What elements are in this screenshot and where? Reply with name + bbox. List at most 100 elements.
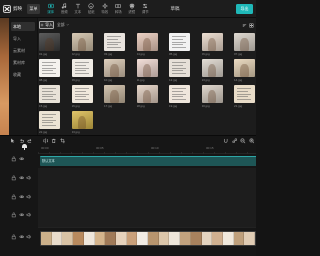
magnet-icon[interactable] <box>223 138 229 144</box>
eye-icon[interactable] <box>18 212 25 218</box>
media-item-name: 07.jpg <box>234 51 243 56</box>
media-thumbnail[interactable] <box>234 33 255 51</box>
media-thumbnail[interactable] <box>201 33 223 51</box>
eye-icon[interactable] <box>18 194 25 200</box>
sidebar-item-2[interactable]: 导入 <box>11 34 35 43</box>
undo-icon[interactable] <box>19 138 25 144</box>
media-thumbnail[interactable] <box>234 59 255 77</box>
media-thumbnail[interactable] <box>71 33 93 51</box>
speaker-icon[interactable] <box>26 234 32 240</box>
media-item[interactable]: 20.jpg <box>201 85 223 108</box>
media-icon <box>48 3 54 9</box>
menu-button[interactable]: 菜单 <box>27 4 40 14</box>
redo-icon[interactable] <box>27 138 33 144</box>
zoom-out-icon[interactable] <box>240 138 246 144</box>
tab-media[interactable]: 媒体 <box>44 0 58 18</box>
sidebar-item-1[interactable]: 本地 <box>11 22 35 31</box>
text-clip[interactable]: 默认文本 <box>40 156 256 166</box>
media-thumbnail[interactable] <box>136 59 158 77</box>
tab-text[interactable]: 文本 <box>71 0 85 18</box>
text-line <box>172 90 183 92</box>
media-item[interactable]: 05.jpg <box>169 33 190 56</box>
speaker-icon[interactable] <box>26 212 32 218</box>
media-item[interactable]: 06.jpg <box>201 33 223 56</box>
lock-icon[interactable] <box>11 234 17 240</box>
media-thumbnail[interactable] <box>39 59 60 77</box>
media-item[interactable]: 13.jpg <box>201 59 223 82</box>
media-item[interactable]: 09.jpg <box>71 59 93 82</box>
crop-icon[interactable] <box>59 138 66 144</box>
tab-sticker[interactable]: 贴纸 <box>85 0 99 18</box>
media-item[interactable]: 01.jpg <box>39 33 60 56</box>
media-item[interactable]: 17.jpg <box>104 85 125 108</box>
media-item[interactable]: 08.jpg <box>39 59 60 82</box>
sidebar-item-3[interactable]: 云素材 <box>11 46 35 55</box>
media-thumbnail[interactable] <box>169 59 190 77</box>
media-item-name: 08.jpg <box>39 77 48 82</box>
sidebar-item-5[interactable]: 收藏 <box>11 70 35 79</box>
lock-icon[interactable] <box>11 194 17 200</box>
media-thumbnail[interactable] <box>169 85 190 103</box>
media-thumbnail[interactable] <box>234 85 255 103</box>
track-lanes[interactable] <box>38 168 256 228</box>
media-item[interactable]: 11.jpg <box>136 59 158 82</box>
zoom-in-icon[interactable] <box>249 138 255 144</box>
media-item[interactable]: 04.jpg <box>136 33 158 56</box>
speaker-icon[interactable] <box>26 194 32 200</box>
media-item[interactable]: 18.jpg <box>136 85 158 108</box>
delete-icon[interactable] <box>51 138 57 144</box>
media-thumbnail[interactable] <box>39 85 60 103</box>
eye-icon[interactable] <box>18 175 25 181</box>
media-item[interactable]: 12.jpg <box>169 59 190 82</box>
tab-transition[interactable]: 转场 <box>112 0 126 18</box>
media-item[interactable]: 10.jpg <box>104 59 125 82</box>
media-item[interactable]: 15.jpg <box>39 85 60 108</box>
eye-icon[interactable] <box>18 234 25 240</box>
media-item[interactable]: 21.jpg <box>234 85 255 108</box>
tab-effects[interactable]: 特效 <box>98 0 112 18</box>
link-icon[interactable] <box>231 138 238 144</box>
speaker-icon[interactable] <box>26 175 32 181</box>
eye-icon[interactable] <box>18 156 25 162</box>
playhead[interactable] <box>22 144 27 150</box>
media-thumbnail[interactable] <box>39 111 60 129</box>
media-item[interactable]: 14.jpg <box>234 59 255 82</box>
cursor-icon[interactable] <box>10 138 16 144</box>
media-thumbnail[interactable] <box>201 59 223 77</box>
media-item[interactable]: 23.jpg <box>71 111 93 134</box>
media-thumbnail[interactable] <box>39 33 60 51</box>
main-video-clip[interactable] <box>40 231 256 246</box>
media-thumbnail[interactable] <box>201 85 223 103</box>
media-item[interactable]: 19.jpg <box>169 85 190 108</box>
media-thumbnail[interactable] <box>104 59 125 77</box>
sidebar-item-4[interactable]: 素材库 <box>11 58 35 67</box>
adjust-icon <box>142 3 148 9</box>
media-thumbnail[interactable] <box>169 33 190 51</box>
timeline-view-controls <box>212 137 254 145</box>
media-thumbnail[interactable] <box>71 59 93 77</box>
media-item[interactable]: 03.jpg <box>104 33 125 56</box>
media-item[interactable]: 22.jpg <box>39 111 60 134</box>
clip-frame <box>51 232 63 245</box>
media-thumbnail[interactable] <box>136 85 158 103</box>
media-item[interactable]: 02.jpg <box>71 33 93 56</box>
lock-icon[interactable] <box>11 175 17 181</box>
time-ruler[interactable]: 00:00 00:05 00:10 00:15 <box>38 146 256 154</box>
text-line <box>237 93 251 95</box>
media-item[interactable]: 07.jpg <box>234 33 255 56</box>
tab-audio[interactable]: 音频 <box>58 0 72 18</box>
media-item[interactable]: 16.jpg <box>71 85 93 108</box>
timeline-panel: 00:00 00:05 00:10 00:15 默认文本 <box>0 135 256 256</box>
media-thumbnail[interactable] <box>71 111 93 129</box>
tab-adjust[interactable]: 调节 <box>139 0 153 18</box>
media-thumbnail[interactable] <box>136 33 158 51</box>
media-thumbnail[interactable] <box>104 85 125 103</box>
media-thumbnail[interactable] <box>71 85 93 103</box>
lock-icon[interactable] <box>11 156 17 162</box>
media-thumbnail[interactable] <box>104 33 125 51</box>
tab-filter[interactable]: 滤镜 <box>125 0 139 18</box>
split-icon[interactable] <box>43 138 49 144</box>
text-line <box>74 99 89 101</box>
lock-icon[interactable] <box>11 212 17 218</box>
export-button[interactable]: 导出 <box>236 4 253 14</box>
